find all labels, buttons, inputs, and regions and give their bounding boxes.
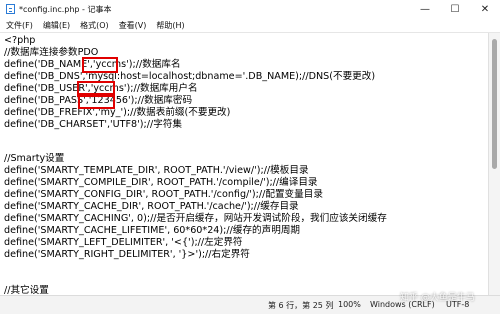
scrollbar-thumb[interactable] bbox=[492, 39, 497, 169]
text-editor[interactable]: <?php //数据库连接参数PDO define('DB_NAME','ycc… bbox=[0, 33, 488, 296]
minimize-button[interactable]: — bbox=[410, 0, 440, 18]
code-line: define('SMARTY_LEFT_DELIMITER', '<{');//… bbox=[4, 237, 243, 248]
menu-help[interactable]: 帮助(H) bbox=[151, 20, 189, 31]
highlight-db-name bbox=[82, 57, 118, 73]
watermark: 知乎 @大鱼是牛马 bbox=[400, 293, 475, 303]
maximize-button[interactable]: ☐ bbox=[440, 0, 470, 18]
zoom-level: 100% bbox=[338, 300, 361, 309]
code-line: define('SMARTY_CACHE_LIFETIME', 60*60*24… bbox=[4, 225, 301, 236]
menu-format[interactable]: 格式(O) bbox=[75, 20, 114, 31]
code-line: define('SMARTY_TEMPLATE_DIR', ROOT_PATH.… bbox=[4, 165, 309, 176]
vertical-scrollbar[interactable] bbox=[488, 33, 500, 296]
highlight-db-pass bbox=[78, 93, 115, 109]
notepad-icon bbox=[6, 4, 15, 14]
window-controls: — ☐ ✕ bbox=[410, 0, 500, 18]
code-line: define('SMARTY_CONFIG_DIR', ROOT_PATH.'/… bbox=[4, 189, 323, 200]
code-line: define('DB_DNS','mysql:host=localhost;db… bbox=[4, 71, 376, 82]
code-line: define('DB_CHARSET','UTF8');//字符集 bbox=[4, 119, 183, 130]
menu-file[interactable]: 文件(F) bbox=[0, 20, 38, 31]
code-line: define('DB_FREFIX','my_');//数据表前缀(不要更改) bbox=[4, 107, 231, 118]
code-line: define('SMARTY_CACHING', 0);//是否开启缓存，网站开… bbox=[4, 213, 387, 224]
notepad-window: *config.inc.php - 记事本 — ☐ ✕ 文件(F) 编辑(E) … bbox=[0, 0, 500, 314]
window-title: *config.inc.php - 记事本 bbox=[19, 4, 112, 14]
title-bar: *config.inc.php - 记事本 — ☐ ✕ bbox=[0, 0, 500, 18]
menu-view[interactable]: 查看(V) bbox=[114, 20, 152, 31]
code-line: define('SMARTY_RIGHT_DELIMITER', '}>');/… bbox=[4, 249, 250, 260]
close-button[interactable]: ✕ bbox=[470, 0, 500, 18]
code-line: define('SMARTY_COMPILE_DIR', ROOT_PATH.'… bbox=[4, 177, 318, 188]
code-line: define('SMARTY_CACHE_DIR', ROOT_PATH.'/c… bbox=[4, 201, 299, 212]
code-line: <?php bbox=[4, 35, 36, 46]
code-line: //Smarty设置 bbox=[4, 153, 65, 164]
menu-bar: 文件(F) 编辑(E) 格式(O) 查看(V) 帮助(H) bbox=[0, 18, 500, 33]
menu-edit[interactable]: 编辑(E) bbox=[38, 20, 75, 31]
cursor-position: 第 6 行，第 25 列 bbox=[268, 301, 334, 310]
